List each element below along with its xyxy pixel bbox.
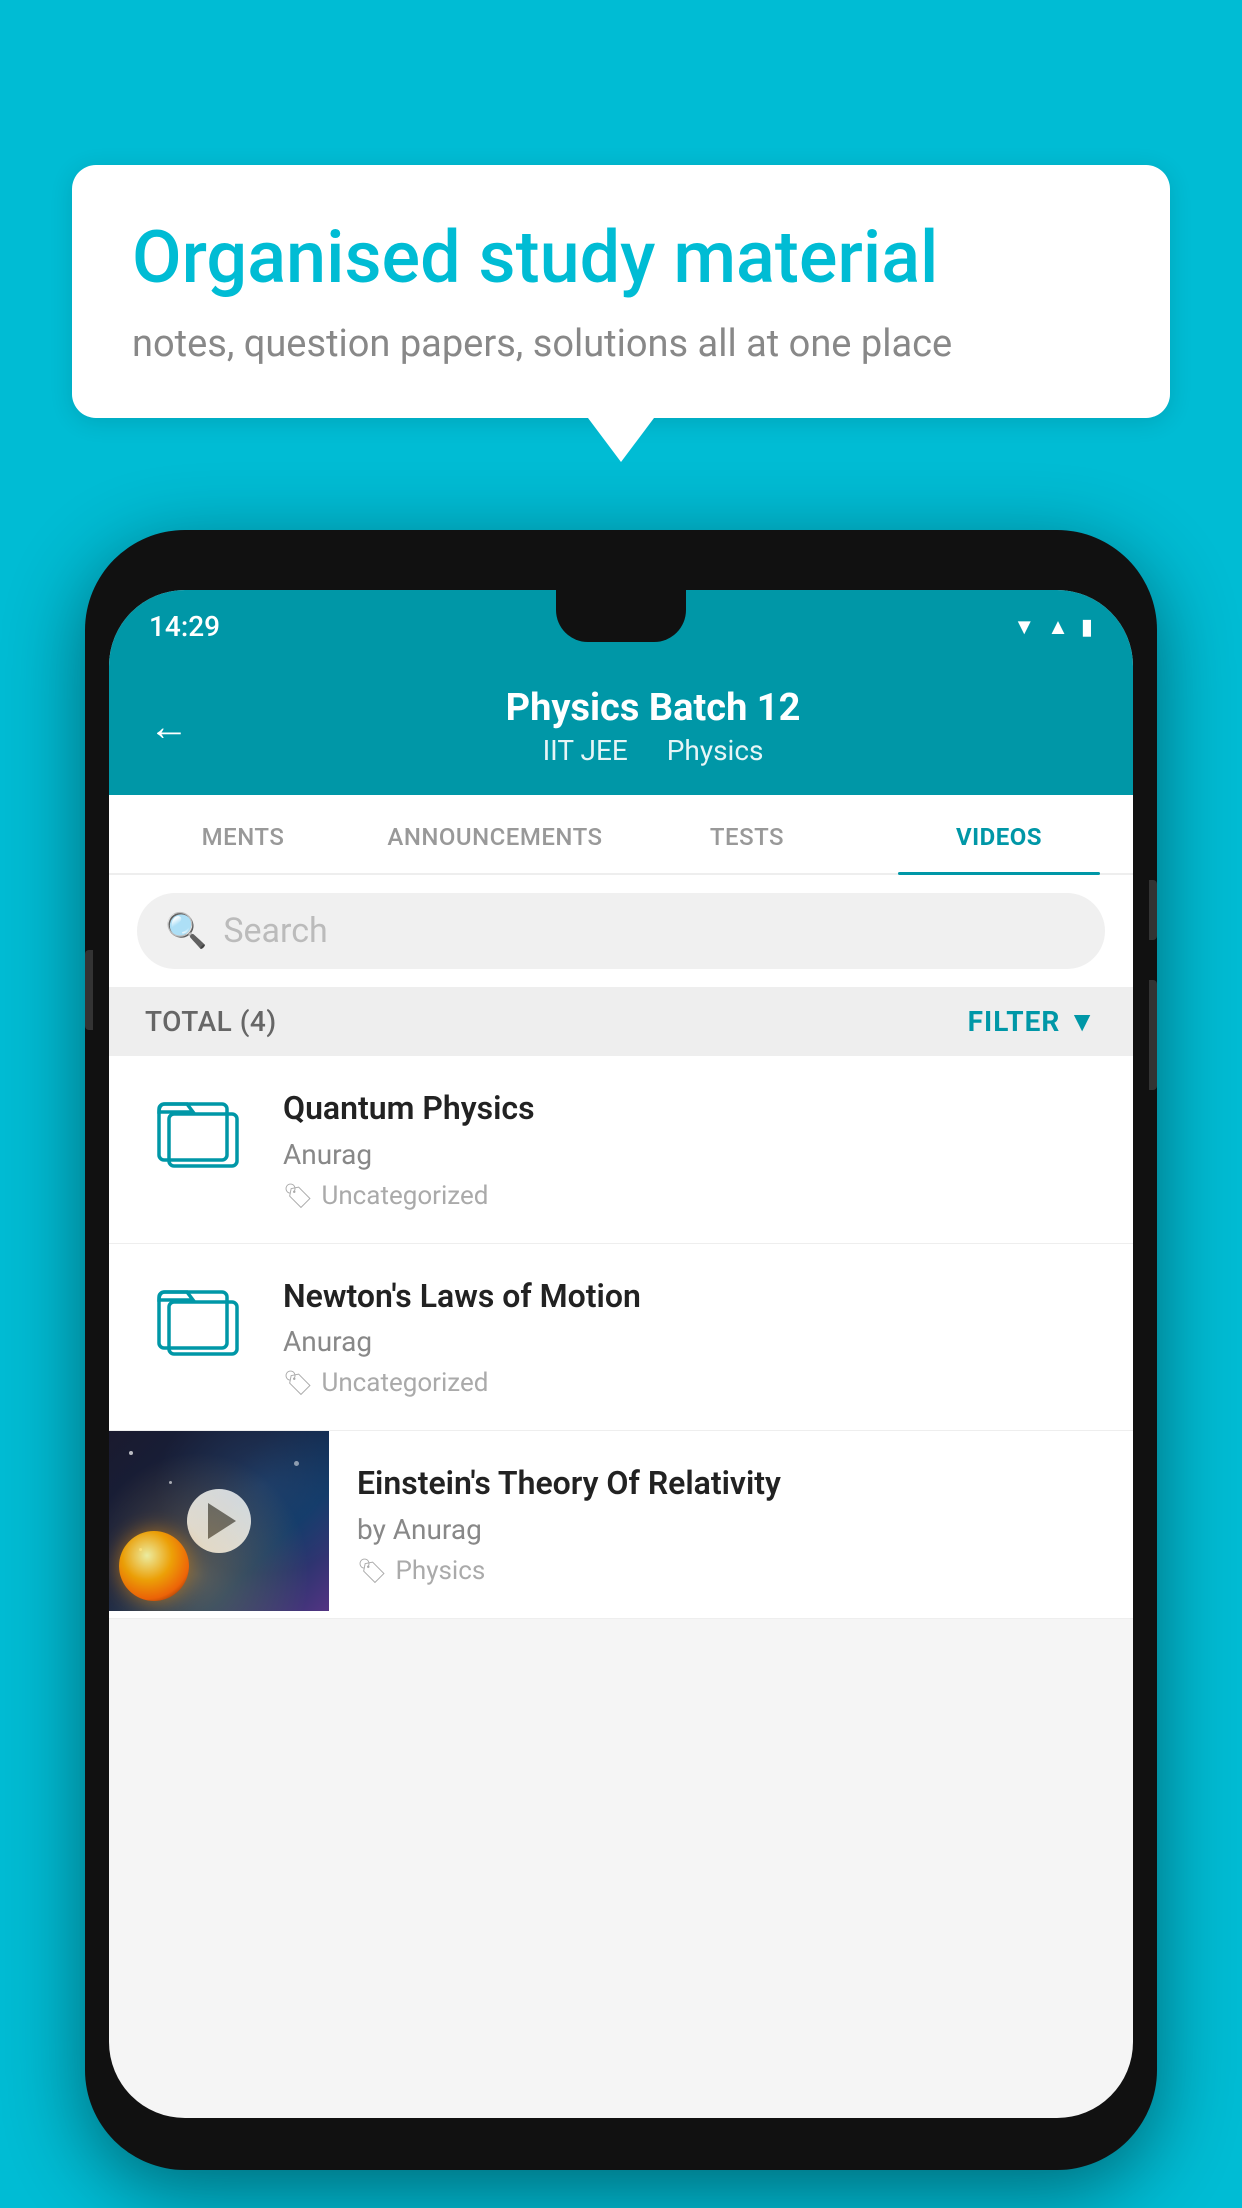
tab-ments[interactable]: MENTS xyxy=(117,795,369,873)
header-title-area: Physics Batch 12 IIT JEE Physics xyxy=(213,686,1093,767)
filter-row: TOTAL (4) FILTER ▼ xyxy=(109,987,1133,1056)
signal-icon xyxy=(1047,612,1069,640)
tag-label: Uncategorized xyxy=(321,1368,488,1398)
subtitle-physics: Physics xyxy=(667,734,764,767)
tag-label: Physics xyxy=(395,1556,485,1586)
tabs-bar: MENTS ANNOUNCEMENTS TESTS VIDEOS xyxy=(109,795,1133,875)
power-button xyxy=(1149,880,1157,940)
video-info: Newton's Laws of Motion Anurag 🏷 Uncateg… xyxy=(283,1276,1097,1399)
video-author: Anurag xyxy=(283,1325,1097,1358)
battery-icon xyxy=(1081,612,1093,640)
notch xyxy=(556,590,686,642)
tab-announcements[interactable]: ANNOUNCEMENTS xyxy=(369,795,621,873)
filter-label: FILTER xyxy=(968,1005,1061,1038)
video-thumbnail xyxy=(109,1431,329,1611)
tag-icon: 🏷 xyxy=(283,1369,313,1397)
speech-bubble-title: Organised study material xyxy=(132,217,1110,300)
app-header: ← Physics Batch 12 IIT JEE Physics xyxy=(109,662,1133,795)
tag-icon: 🏷 xyxy=(357,1557,387,1585)
tab-tests[interactable]: TESTS xyxy=(621,795,873,873)
phone-frame: 14:29 ← Physics Batch 12 IIT JEE Physics xyxy=(85,530,1157,2170)
video-list: Quantum Physics Anurag 🏷 Uncategorized xyxy=(109,1056,1133,1619)
tab-videos[interactable]: VIDEOS xyxy=(873,795,1125,873)
speech-bubble-subtitle: notes, question papers, solutions all at… xyxy=(132,322,1110,366)
video-author: by Anurag xyxy=(357,1513,1105,1546)
search-bar[interactable]: 🔍 Search xyxy=(137,893,1105,969)
video-tag: 🏷 Uncategorized xyxy=(283,1181,1097,1211)
phone-screen: 14:29 ← Physics Batch 12 IIT JEE Physics xyxy=(109,590,1133,2118)
back-button[interactable]: ← xyxy=(149,703,189,750)
volume-down-button xyxy=(1149,980,1157,1090)
video-info: Quantum Physics Anurag 🏷 Uncategorized xyxy=(283,1088,1097,1211)
batch-title: Physics Batch 12 xyxy=(213,686,1093,730)
tag-icon: 🏷 xyxy=(283,1182,313,1210)
subtitle-iit: IIT JEE xyxy=(543,734,628,767)
total-count: TOTAL (4) xyxy=(145,1005,277,1038)
filter-button[interactable]: FILTER ▼ xyxy=(968,1005,1097,1038)
search-container: 🔍 Search xyxy=(109,875,1133,987)
wifi-icon xyxy=(1013,612,1035,640)
tag-label: Uncategorized xyxy=(321,1181,488,1211)
speech-bubble-card: Organised study material notes, question… xyxy=(72,165,1170,418)
batch-subtitle: IIT JEE Physics xyxy=(213,734,1093,767)
status-icons xyxy=(1013,612,1093,640)
video-author: Anurag xyxy=(283,1138,1097,1171)
video-folder-icon xyxy=(145,1276,255,1356)
video-tag: 🏷 Physics xyxy=(357,1556,1105,1586)
filter-icon: ▼ xyxy=(1068,1005,1097,1038)
list-item[interactable]: Newton's Laws of Motion Anurag 🏷 Uncateg… xyxy=(109,1244,1133,1432)
video-tag: 🏷 Uncategorized xyxy=(283,1368,1097,1398)
list-item[interactable]: Einstein's Theory Of Relativity by Anura… xyxy=(109,1431,1133,1619)
video-title: Quantum Physics xyxy=(283,1088,1097,1130)
search-icon: 🔍 xyxy=(165,911,207,951)
video-folder-icon xyxy=(145,1088,255,1168)
list-item[interactable]: Quantum Physics Anurag 🏷 Uncategorized xyxy=(109,1056,1133,1244)
status-time: 14:29 xyxy=(149,610,220,643)
video-title: Newton's Laws of Motion xyxy=(283,1276,1097,1318)
volume-button xyxy=(85,950,93,1030)
video-info: Einstein's Theory Of Relativity by Anura… xyxy=(329,1431,1133,1618)
video-title: Einstein's Theory Of Relativity xyxy=(357,1463,1105,1505)
search-placeholder: Search xyxy=(223,911,327,951)
